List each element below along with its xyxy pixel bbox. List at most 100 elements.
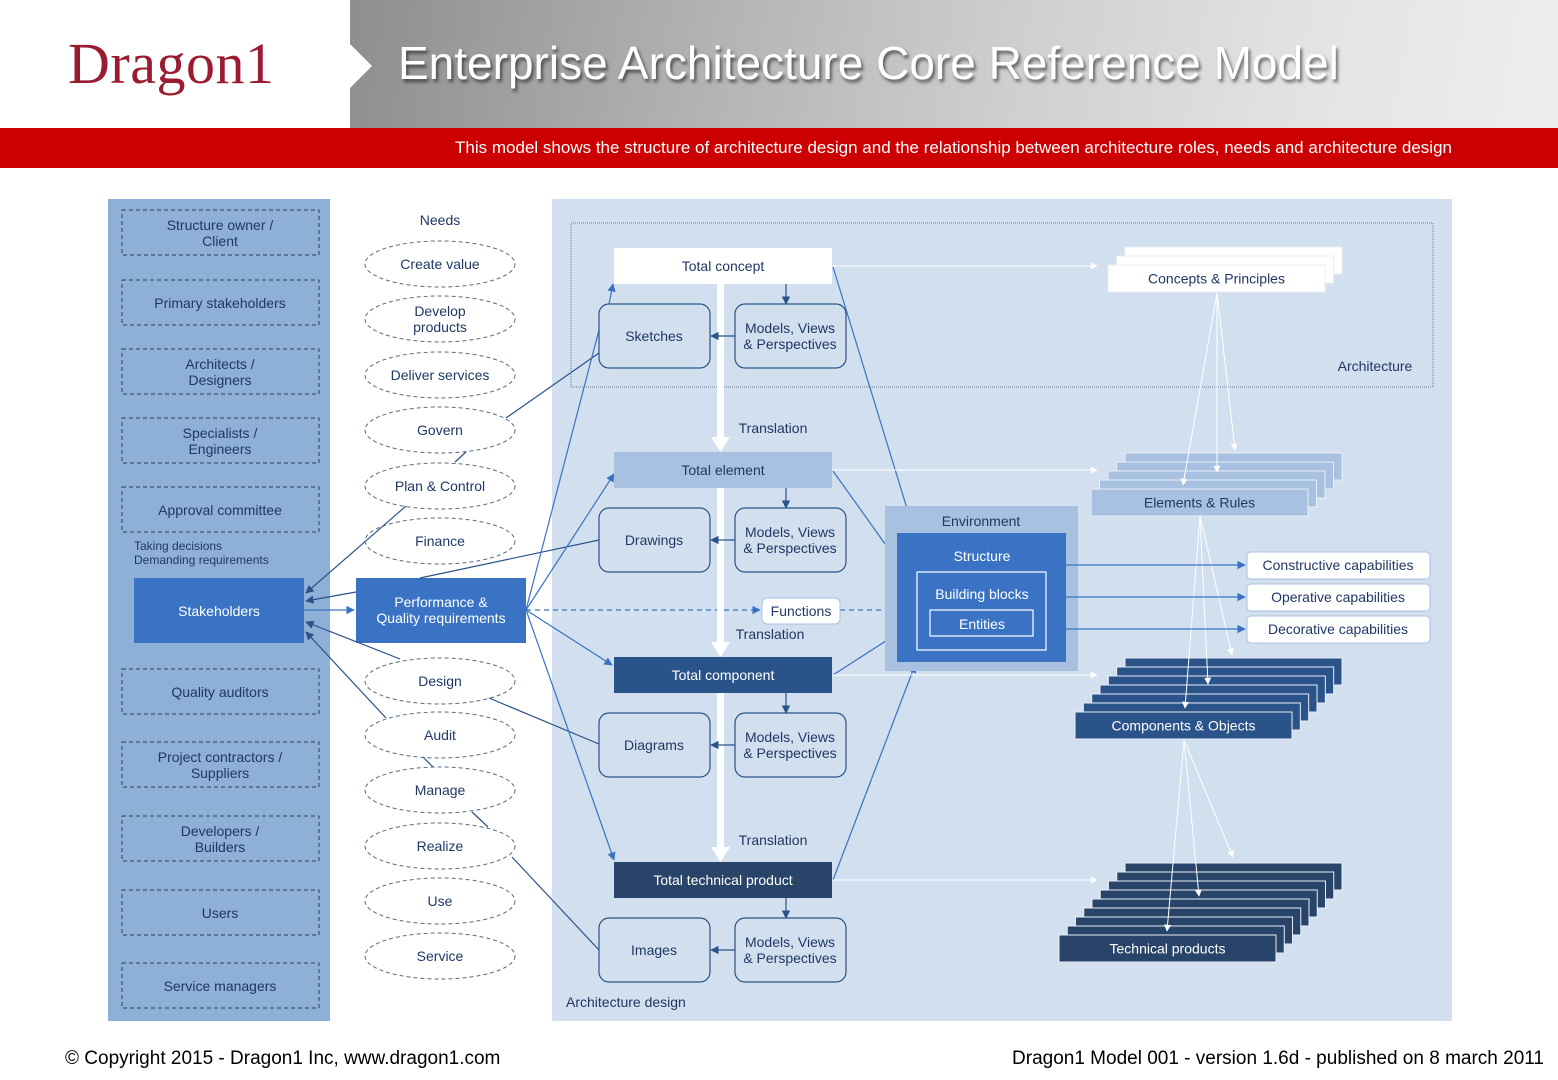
capability-label: Constructive capabilities	[1263, 557, 1414, 573]
level-total-element[interactable]: Total element	[614, 452, 832, 488]
label-line: Develop	[414, 303, 466, 319]
needs-title: Needs	[420, 212, 460, 228]
requirements-label: Performance & Quality requirements	[376, 594, 505, 626]
work-drawings[interactable]: Drawings	[598, 507, 711, 573]
label-line: Quality auditors	[171, 684, 268, 700]
label-line: Deliver services	[391, 367, 490, 383]
need-govern[interactable]: Govern	[364, 406, 516, 454]
need-manage[interactable]: Manage	[364, 766, 516, 814]
models-views-perspectives-box[interactable]: Models, Views & Perspectives	[734, 712, 847, 778]
level-total-technical-product[interactable]: Total technical product	[614, 862, 832, 898]
structure-label: Structure	[954, 548, 1011, 564]
need-realize[interactable]: Realize	[364, 822, 516, 870]
level-label: Total component	[672, 667, 775, 683]
label-line: Drawings	[625, 532, 683, 548]
requirements-box[interactable]: Performance & Quality requirements	[356, 578, 526, 643]
label-line: Developers /	[181, 823, 260, 839]
stakeholders-box[interactable]: Stakeholders	[134, 578, 304, 643]
label-line: Govern	[417, 422, 463, 438]
label-line: Models, Views	[745, 524, 835, 540]
capability-constructive-capabilities[interactable]: Constructive capabilities	[1246, 551, 1431, 580]
work-label: Sketches	[625, 328, 683, 344]
need-design[interactable]: Design	[364, 657, 516, 705]
label-line: Concepts & Principles	[1148, 271, 1285, 287]
needs-list: Needs Create value Develop products Deliver …	[356, 212, 526, 980]
functions-label: Functions	[771, 603, 832, 619]
label-line: Structure owner /	[167, 217, 274, 233]
need-label: Create value	[400, 256, 480, 272]
label-line: Total concept	[682, 258, 765, 274]
models-views-perspectives-box[interactable]: Models, Views & Perspectives	[734, 507, 847, 573]
label-line: Operative capabilities	[1271, 589, 1405, 605]
role-label: Users	[202, 905, 239, 921]
manage-realize-link	[471, 811, 489, 828]
label-line: Client	[202, 233, 238, 249]
need-develop-products[interactable]: Develop products	[364, 295, 516, 343]
level-label: Total concept	[682, 258, 765, 274]
stack-concepts-principles[interactable]: Concepts & Principles	[1107, 246, 1343, 293]
translation-arrow-shaft	[717, 693, 724, 848]
need-create-value[interactable]: Create value	[364, 240, 516, 288]
label-line: Total element	[681, 462, 764, 478]
translation-label: Translation	[739, 832, 808, 848]
work-sketches[interactable]: Sketches	[598, 303, 711, 369]
architecture-design-label: Architecture design	[566, 994, 686, 1010]
level-total-component[interactable]: Total component	[614, 657, 832, 693]
models-views-perspectives-box[interactable]: Models, Views & Perspectives	[734, 303, 847, 369]
stack-label: Elements & Rules	[1144, 495, 1255, 511]
need-audit[interactable]: Audit	[364, 711, 516, 759]
need-label: Plan & Control	[395, 478, 485, 494]
need-deliver-services[interactable]: Deliver services	[364, 351, 516, 399]
capability-operative-capabilities[interactable]: Operative capabilities	[1246, 583, 1431, 612]
level-total-concept[interactable]: Total concept	[614, 248, 832, 284]
label-line: Manage	[415, 782, 466, 798]
label-line: Service	[417, 948, 464, 964]
models-views-perspectives-box[interactable]: Models, Views & Perspectives	[734, 917, 847, 983]
work-label: Diagrams	[624, 737, 684, 753]
functions-box[interactable]: Functions	[761, 597, 841, 625]
translation-arrow-shaft	[717, 488, 724, 643]
label-line: Designers	[188, 372, 251, 388]
capability-label: Operative capabilities	[1271, 589, 1405, 605]
capability-decorative-capabilities[interactable]: Decorative capabilities	[1246, 615, 1431, 644]
environment-label: Environment	[942, 513, 1021, 529]
need-plan-control[interactable]: Plan & Control	[364, 462, 516, 510]
label-line: Diagrams	[624, 737, 684, 753]
label-line: Design	[418, 673, 462, 689]
need-finance[interactable]: Finance	[364, 517, 516, 565]
stakeholder-note-decisions: Taking decisions	[134, 539, 222, 553]
label-line: Use	[428, 893, 453, 909]
label-line: Primary stakeholders	[154, 295, 286, 311]
label-line: Plan & Control	[395, 478, 485, 494]
label-line: products	[413, 319, 467, 335]
label-line: Total technical product	[653, 872, 792, 888]
models-label: Models, Views & Perspectives	[743, 320, 836, 352]
label-line: & Perspectives	[743, 336, 836, 352]
stack-label: Components & Objects	[1112, 718, 1256, 734]
label-line: Performance &	[394, 594, 488, 610]
label-line: Models, Views	[745, 934, 835, 950]
label-line: Components & Objects	[1112, 718, 1256, 734]
label-line: Models, Views	[745, 320, 835, 336]
label-line: Service managers	[164, 978, 277, 994]
stack-label: Technical products	[1110, 941, 1226, 957]
reference-model-diagram: Architecture Architecture design Structu…	[108, 199, 1452, 1021]
models-label: Models, Views & Perspectives	[743, 934, 836, 966]
label-line: Builders	[195, 839, 246, 855]
level-label: Total technical product	[653, 872, 792, 888]
need-service[interactable]: Service	[364, 932, 516, 980]
label-line: Models, Views	[745, 729, 835, 745]
stack-label: Concepts & Principles	[1148, 271, 1285, 287]
label-line: Engineers	[188, 441, 251, 457]
role-label: Service managers	[164, 978, 277, 994]
label-line: Decorative capabilities	[1268, 621, 1408, 637]
work-diagrams[interactable]: Diagrams	[598, 712, 711, 778]
need-use[interactable]: Use	[364, 877, 516, 925]
label-line: Architects /	[185, 356, 254, 372]
role-label: Quality auditors	[171, 684, 268, 700]
architecture-label: Architecture	[1338, 358, 1413, 374]
stakeholder-note-requirements: Demanding requirements	[134, 553, 269, 567]
capability-label: Decorative capabilities	[1268, 621, 1408, 637]
work-images[interactable]: Images	[598, 917, 711, 983]
models-label: Models, Views & Perspectives	[743, 729, 836, 761]
